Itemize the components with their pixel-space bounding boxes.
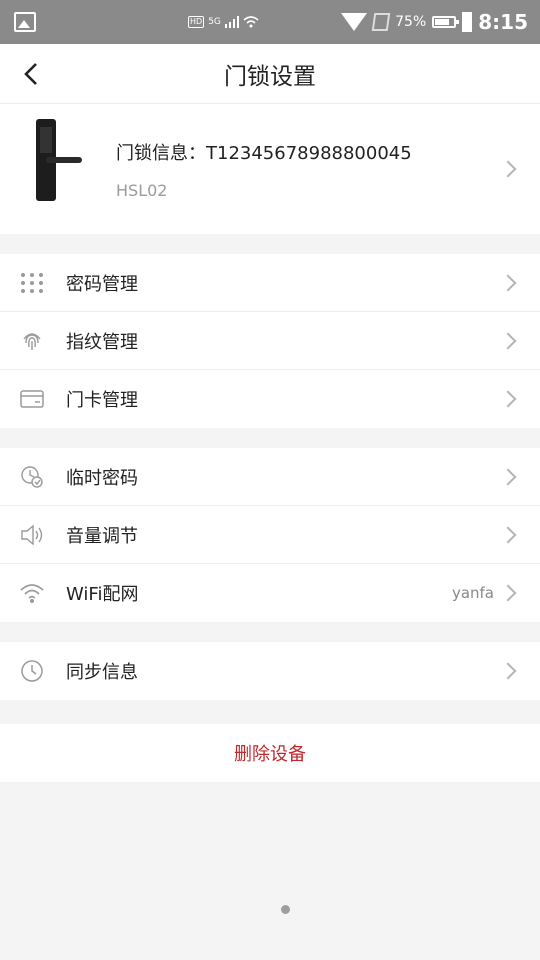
row-volume-adjustment[interactable]: 音量调节 [0,506,540,564]
card-icon [20,387,44,411]
charging-icon [462,12,473,32]
chevron-right-icon [499,274,517,291]
row-fingerprint-management[interactable]: 指纹管理 [0,312,540,370]
no-sim-icon [371,13,391,31]
delete-label: 删除设备 [234,744,306,765]
page-title: 门锁设置 [224,63,316,90]
row-label: 密码管理 [66,273,138,295]
network-type: 5G [208,17,221,27]
lock-settings-group: 临时密码 音量调节 WiFi配网 yanfa [0,448,540,622]
sync-group: 同步信息 [0,642,540,700]
chevron-right-icon [499,332,517,349]
section-gap [0,622,540,642]
device-name: 门锁信息：T12345678988800045 [116,142,412,164]
wifi-small-icon [243,16,259,28]
row-label: 临时密码 [66,467,138,489]
gallery-icon [14,12,36,32]
section-gap [0,428,540,448]
battery-icon [432,16,460,28]
door-lock-image [32,119,104,219]
chevron-right-icon [499,662,517,680]
row-password-management[interactable]: 密码管理 [0,254,540,312]
chevron-right-icon [499,390,517,408]
status-bar: HD 5G 75% 8:15 [0,0,540,44]
keypad-icon [20,271,44,295]
row-temporary-password[interactable]: 临时密码 [0,448,540,506]
app-header: 门锁设置 [0,44,540,104]
row-label: 指纹管理 [66,331,138,353]
chevron-right-icon [499,468,517,485]
back-button[interactable] [18,61,44,87]
row-label: 音量调节 [66,525,138,547]
device-info-card[interactable]: 门锁信息：T12345678988800045 HSL02 [0,104,540,234]
row-label: 门卡管理 [66,390,138,411]
row-card-management[interactable]: 门卡管理 [0,370,540,428]
row-sync-info[interactable]: 同步信息 [0,642,540,700]
chevron-right-icon [499,526,517,543]
volume-icon [20,523,44,547]
clock-time: 8:15 [478,10,528,34]
chevron-right-icon [499,584,517,602]
row-label: 同步信息 [66,662,138,683]
page-dot [280,905,290,914]
lock-management-group: 密码管理 指纹管理 门卡管理 [0,254,540,428]
status-right: 75% 8:15 [341,0,528,44]
temp-password-icon [20,465,44,489]
row-wifi-config[interactable]: WiFi配网 yanfa [0,564,540,622]
wifi-network-name: yanfa [451,584,494,602]
section-gap [0,700,540,724]
wifi-status-icon [341,13,368,31]
signal-icon [224,16,239,28]
device-model: HSL02 [116,180,168,200]
clock-icon [20,659,44,683]
chevron-left-icon [24,63,37,85]
network-indicators: HD 5G [188,16,259,28]
delete-device-button[interactable]: 删除设备 [0,724,540,782]
fingerprint-icon [20,329,44,353]
row-label: WiFi配网 [66,584,139,605]
wifi-icon [20,581,44,605]
page-indicator [0,905,540,914]
battery-percent: 75% [395,14,427,30]
hd-badge: HD [188,16,205,28]
chevron-right-icon [499,160,517,178]
device-info: 门锁信息：T12345678988800045 HSL02 [116,139,412,200]
section-gap [0,234,540,254]
